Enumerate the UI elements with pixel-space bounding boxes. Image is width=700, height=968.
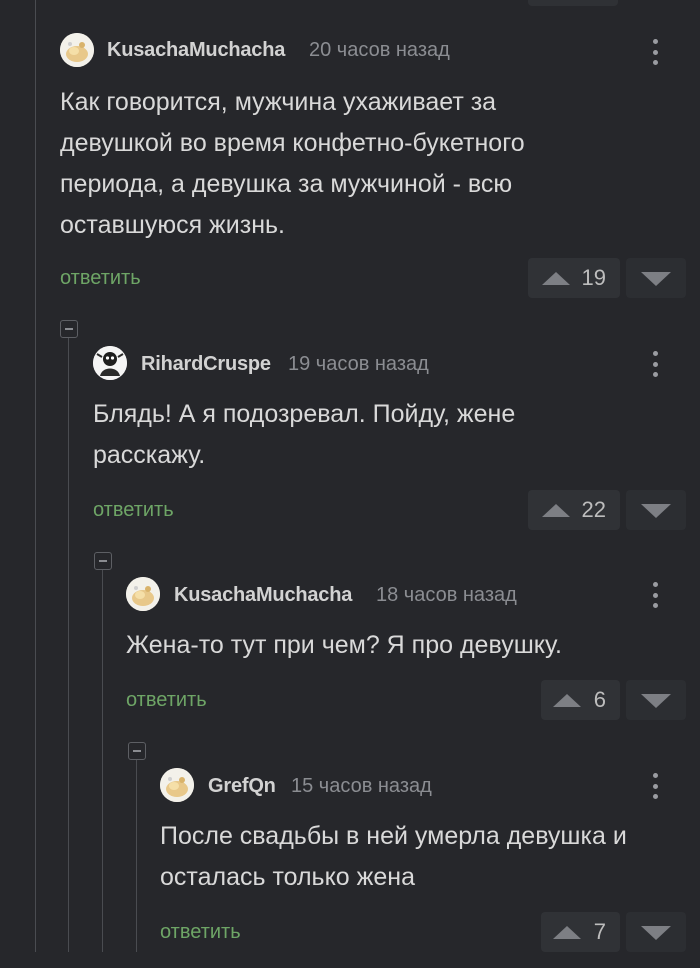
downvote-icon xyxy=(641,272,671,286)
upvote-icon xyxy=(542,272,570,285)
thread-line-level-2 xyxy=(102,570,103,952)
downvote-icon xyxy=(641,926,671,940)
rating-value: 6 xyxy=(593,687,606,712)
reply-link[interactable]: ответить xyxy=(93,499,174,522)
upvote-icon xyxy=(542,504,570,517)
comment-time[interactable]: 19 часов назад xyxy=(288,353,429,376)
comment-text-line: Как говорится, мужчина ухаживает за xyxy=(60,88,497,116)
reply-link[interactable]: ответить xyxy=(160,921,241,944)
comment-text: Как говорится, мужчина ухаживает за деву… xyxy=(60,82,525,246)
comment-text: После свадьбы в ней умерла девушка и ост… xyxy=(160,816,627,898)
comment-time[interactable]: 20 часов назад xyxy=(309,39,450,62)
upvote-button[interactable]: 6 xyxy=(541,680,620,720)
reply-link[interactable]: ответить xyxy=(126,689,207,712)
collapse-thread-icon[interactable] xyxy=(60,320,78,338)
comment-text-line: девушкой во время конфетно-букетного xyxy=(60,129,525,157)
upvote-button[interactable]: 22 xyxy=(528,490,620,530)
rating-value: 22 xyxy=(581,497,606,522)
collapse-thread-icon[interactable] xyxy=(94,552,112,570)
downvote-button[interactable] xyxy=(626,258,686,298)
comment-author[interactable]: RihardCruspe xyxy=(141,353,271,376)
downvote-icon xyxy=(641,504,671,518)
downvote-icon xyxy=(641,694,671,708)
comment-text-line: оставшуюся жизнь. xyxy=(60,211,285,239)
rating-value: 19 xyxy=(581,265,606,290)
comment-author[interactable]: GrefQn xyxy=(208,775,276,798)
downvote-button[interactable] xyxy=(626,912,686,952)
reply-link[interactable]: ответить xyxy=(60,267,141,290)
thread-line-level-1 xyxy=(68,338,69,952)
upvote-icon xyxy=(553,694,581,707)
upvote-button[interactable]: 7 xyxy=(541,912,620,952)
comment-author[interactable]: KusachaMuchacha xyxy=(107,39,285,62)
comment-text-line: Жена-то тут при чем? Я про девушку. xyxy=(126,631,562,659)
comment-text: Жена-то тут при чем? Я про девушку. xyxy=(126,625,562,666)
more-vertical-icon[interactable] xyxy=(645,771,665,801)
upvote-button[interactable]: 19 xyxy=(528,258,620,298)
avatar-icon[interactable] xyxy=(93,346,127,380)
comment-text-line: После свадьбы в ней умерла девушка и xyxy=(160,822,627,850)
collapse-thread-icon[interactable] xyxy=(128,742,146,760)
more-vertical-icon[interactable] xyxy=(645,580,665,610)
rating-value: 7 xyxy=(593,919,606,944)
comment-author[interactable]: KusachaMuchacha xyxy=(174,584,352,607)
comment-time[interactable]: 18 часов назад xyxy=(376,584,517,607)
thread-line-level-3 xyxy=(136,760,137,952)
downvote-button[interactable] xyxy=(626,490,686,530)
comment-text-line: осталась только жена xyxy=(160,863,415,891)
previous-rating-box-edge xyxy=(528,0,618,6)
comment-text: Блядь! А я подозревал. Пойду, жене расск… xyxy=(93,394,515,476)
thread-line-level-0 xyxy=(35,0,36,952)
comment-text-line: расскажу. xyxy=(93,441,206,469)
avatar-icon[interactable] xyxy=(126,577,160,611)
comment-time[interactable]: 15 часов назад xyxy=(291,775,432,798)
comment-text-line: Блядь! А я подозревал. Пойду, жене xyxy=(93,400,516,428)
avatar-icon[interactable] xyxy=(60,33,94,67)
more-vertical-icon[interactable] xyxy=(645,37,665,67)
more-vertical-icon[interactable] xyxy=(645,349,665,379)
upvote-icon xyxy=(553,926,581,939)
downvote-button[interactable] xyxy=(626,680,686,720)
avatar-icon[interactable] xyxy=(160,768,194,802)
comment-text-line: периода, а девушка за мужчиной - всю xyxy=(60,170,513,198)
